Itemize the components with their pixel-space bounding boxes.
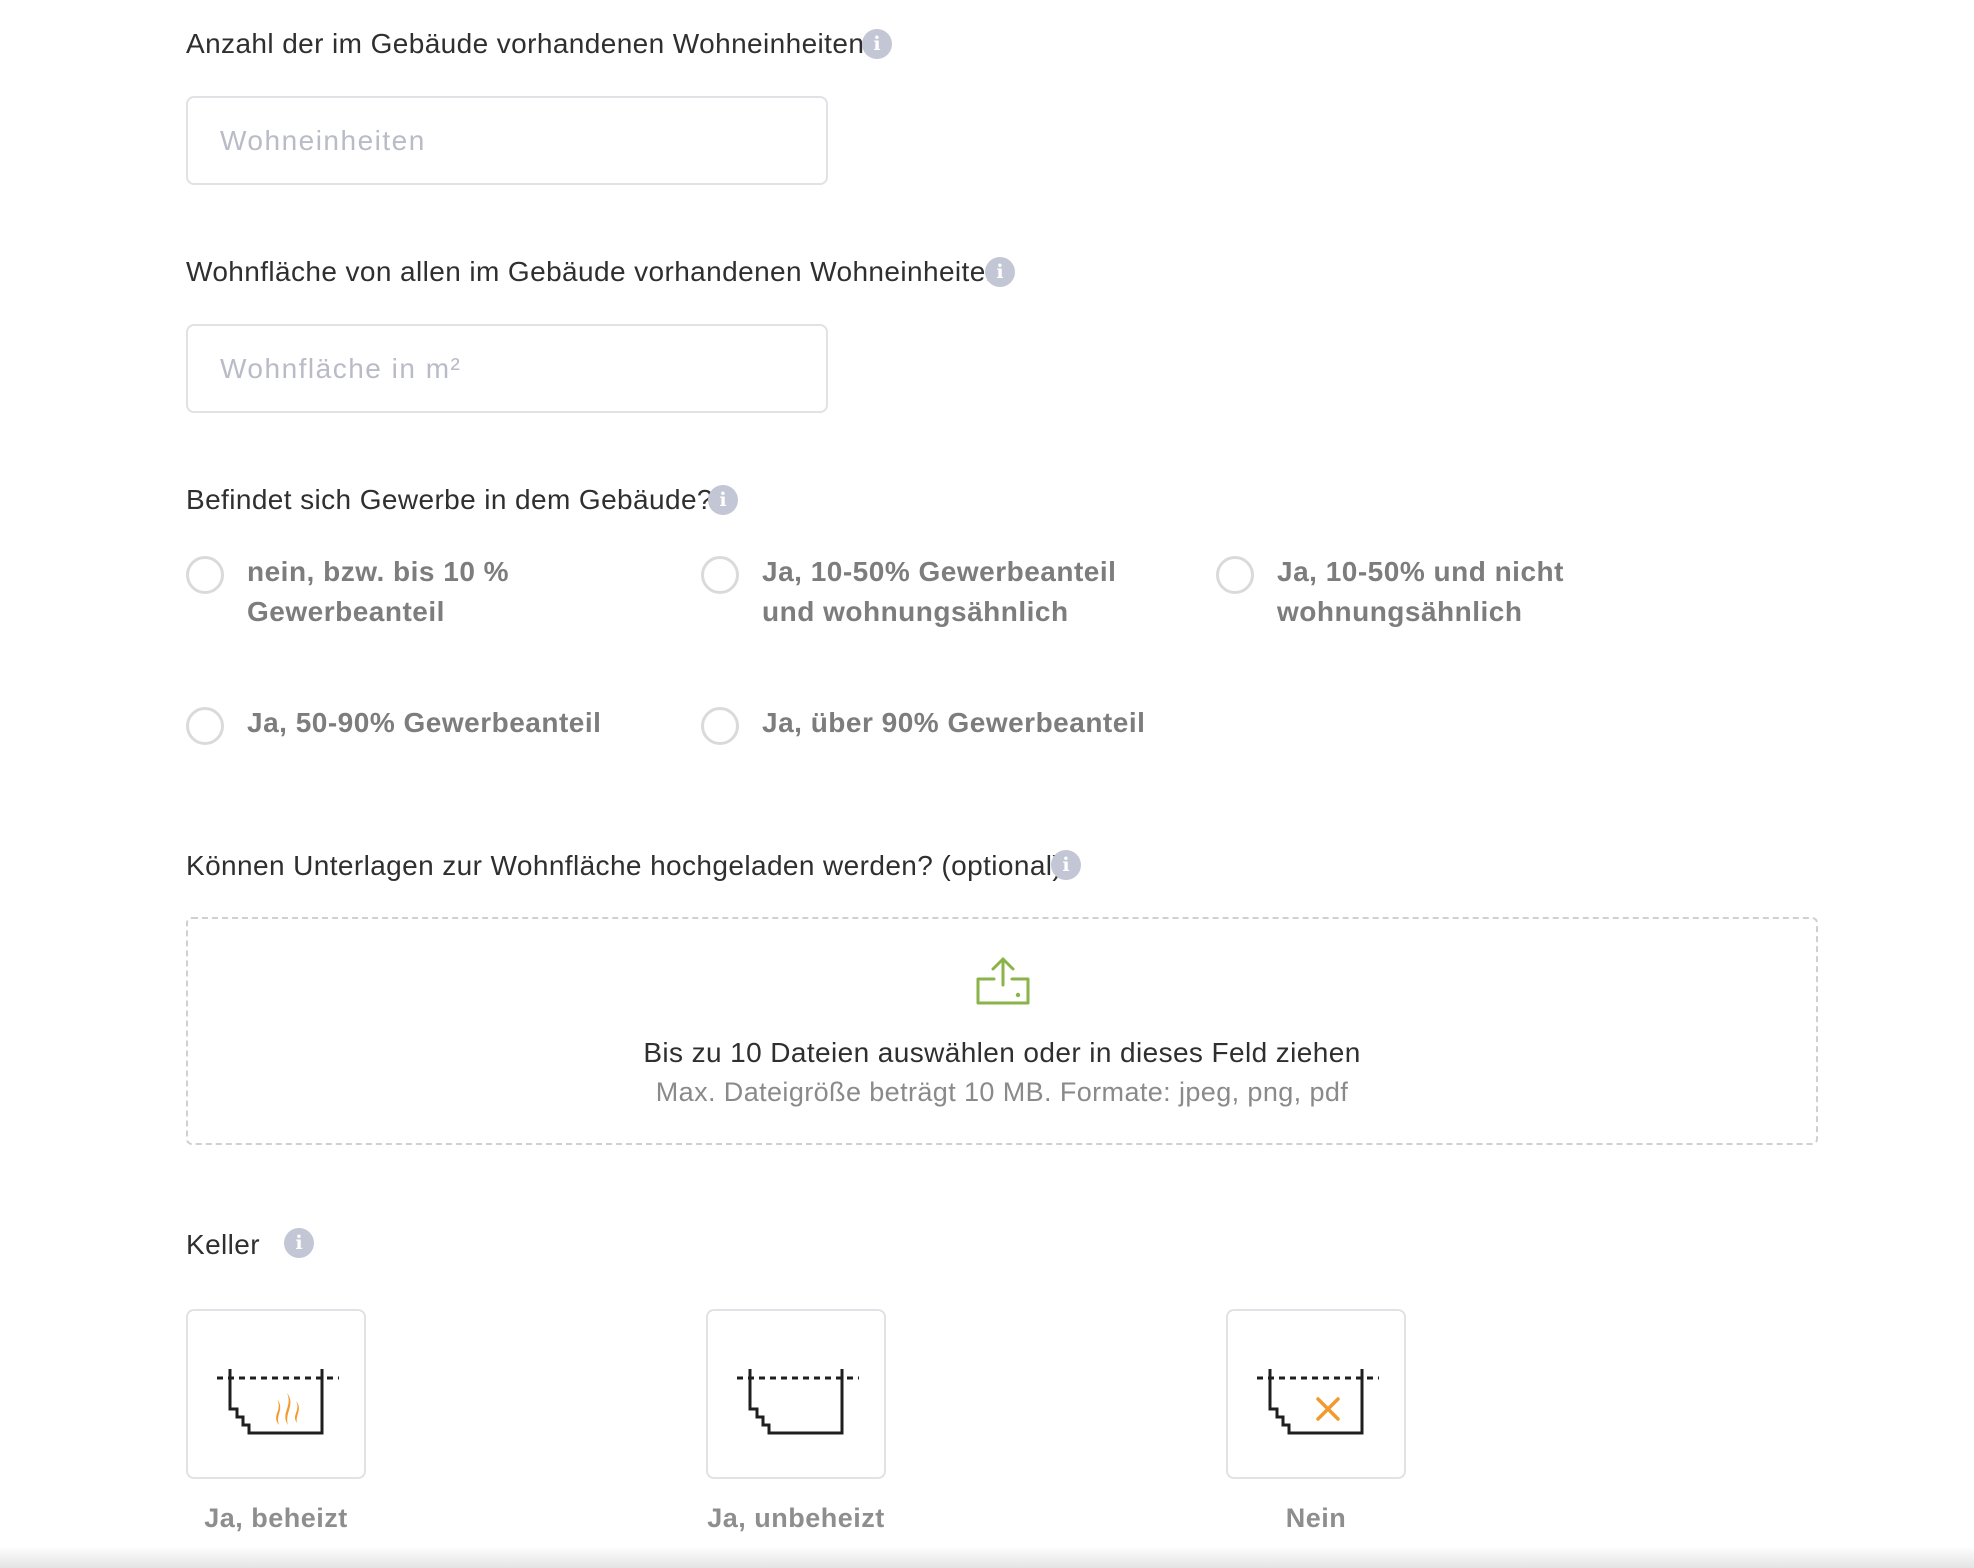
bottom-edge-shadow <box>0 1546 1974 1568</box>
radio-button[interactable] <box>186 556 224 594</box>
radio-button[interactable] <box>701 707 739 745</box>
gewerbe-option-10-50-nicht-wohnungsaehnlich[interactable]: Ja, 10-50% und nicht wohnungsähnlich <box>1216 552 1564 632</box>
radio-label: Ja, 10-50% Gewerbeanteil <box>762 556 1117 587</box>
keller-option-beheizt[interactable] <box>186 1309 366 1479</box>
radio-label: Ja, über 90% Gewerbeanteil <box>762 707 1146 738</box>
heated-basement-icon <box>217 1369 339 1435</box>
info-icon[interactable]: i <box>284 1228 314 1258</box>
radio-label: und wohnungsähnlich <box>762 596 1069 627</box>
keller-option-label: Nein <box>1285 1503 1347 1533</box>
wohnflaeche-label: Wohnfläche von allen im Gebäude vorhande… <box>186 256 1002 287</box>
unheated-basement-icon <box>737 1369 859 1435</box>
radio-button[interactable] <box>186 707 224 745</box>
file-dropzone[interactable]: Bis zu 10 Dateien auswählen oder in dies… <box>186 917 1818 1145</box>
keller-option-unbeheizt[interactable] <box>706 1309 886 1479</box>
upload-label: Können Unterlagen zur Wohnfläche hochgel… <box>186 850 1063 881</box>
radio-button[interactable] <box>1216 556 1254 594</box>
wohneinheiten-input[interactable] <box>186 96 828 185</box>
gewerbe-option-10-50-wohnungsaehnlich[interactable]: Ja, 10-50% Gewerbeanteil und wohnungsähn… <box>701 552 1116 632</box>
keller-option-label: Ja, unbeheizt <box>707 1503 885 1533</box>
gewerbe-label: Befindet sich Gewerbe in dem Gebäude? <box>186 484 713 515</box>
info-icon[interactable]: i <box>862 29 892 59</box>
radio-label: Gewerbeanteil <box>247 596 445 627</box>
keller-label: Keller <box>186 1229 260 1260</box>
radio-button[interactable] <box>701 556 739 594</box>
gewerbe-option-50-90[interactable]: Ja, 50-90% Gewerbeanteil <box>186 703 601 745</box>
info-icon[interactable]: i <box>708 485 738 515</box>
no-basement-icon <box>1257 1369 1379 1435</box>
upload-hint-text: Max. Dateigröße beträgt 10 MB. Formate: … <box>655 1077 1349 1107</box>
gewerbe-option-ueber-90[interactable]: Ja, über 90% Gewerbeanteil <box>701 703 1145 745</box>
gewerbe-option-bis-10[interactable]: nein, bzw. bis 10 % Gewerbeanteil <box>186 552 509 632</box>
wohnflaeche-input[interactable] <box>186 324 828 413</box>
keller-option-nein[interactable] <box>1226 1309 1406 1479</box>
radio-label: Ja, 50-90% Gewerbeanteil <box>247 707 602 738</box>
info-icon[interactable]: i <box>985 257 1015 287</box>
radio-label: Ja, 10-50% und nicht <box>1277 556 1564 587</box>
keller-option-label: Ja, beheizt <box>204 1503 348 1533</box>
info-icon[interactable]: i <box>1051 850 1081 880</box>
upload-icon <box>976 957 1030 1005</box>
wohneinheiten-label: Anzahl der im Gebäude vorhandenen Wohnei… <box>186 28 865 59</box>
upload-main-text: Bis zu 10 Dateien auswählen oder in dies… <box>643 1037 1361 1068</box>
radio-label: nein, bzw. bis 10 % <box>247 556 510 587</box>
radio-label: wohnungsähnlich <box>1277 596 1523 627</box>
